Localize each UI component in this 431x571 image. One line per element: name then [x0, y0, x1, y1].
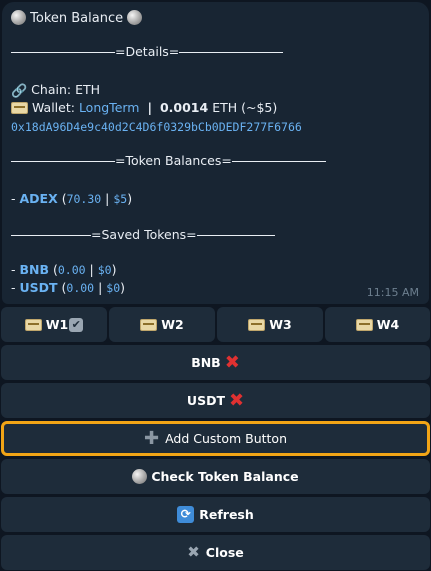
- saved-token-amount: 0.00: [57, 263, 86, 277]
- close-icon: ✖: [187, 543, 200, 561]
- refresh-label: Refresh: [199, 507, 254, 522]
- saved-token-amount: 0.00: [66, 281, 95, 295]
- coin-icon: [11, 10, 26, 25]
- token-symbol-link[interactable]: ADEX: [19, 191, 57, 206]
- token-balances-header-line: =Token Balances=: [11, 153, 326, 169]
- wallet-button-label: W3: [269, 317, 292, 332]
- add-custom-button[interactable]: ✚ Add Custom Button: [1, 421, 430, 456]
- saved-token-item: - USDT (0.00 | $0): [11, 280, 126, 295]
- details-header-line: =Details=: [11, 44, 284, 60]
- wallet-address[interactable]: 0x18dA96D4e9c40d2C4D6f0329bCb0DEDF277F67…: [11, 119, 302, 135]
- add-custom-label: Add Custom Button: [165, 431, 287, 446]
- token-usd: $5: [113, 192, 128, 206]
- divider-line: [196, 235, 275, 236]
- wallet-label: Wallet:: [31, 100, 75, 115]
- cross-mark-icon: ✖: [228, 389, 245, 411]
- link-icon: 🔗: [11, 84, 28, 99]
- wallet-icon: [355, 318, 373, 331]
- saved-token-usd: $0: [106, 281, 121, 295]
- message-title-line: Token Balance: [11, 10, 143, 27]
- remove-bnb-button[interactable]: BNB ✖: [1, 345, 430, 380]
- wallet-button-label: W4: [376, 317, 400, 332]
- refresh-button[interactable]: ⟳ Refresh: [1, 497, 430, 532]
- refresh-icon: ⟳: [177, 506, 195, 523]
- saved-tokens-header: =Saved Tokens=: [91, 227, 197, 242]
- saved-token-usd: $0: [97, 263, 112, 277]
- saved-token-symbol-link[interactable]: BNB: [19, 262, 49, 277]
- wallet-unit: ETH (~$5): [212, 100, 278, 115]
- wallet-button-label: W1: [45, 317, 69, 332]
- plus-icon: ✚: [144, 427, 160, 449]
- wallet-divider: |: [147, 100, 153, 115]
- coin-icon: [127, 10, 143, 25]
- wallet-icon: [140, 318, 158, 331]
- token-balance-item: - ADEX (70.30 | $5): [11, 191, 133, 206]
- chain-line: 🔗 Chain: ETH: [11, 82, 100, 100]
- wallet-icon: [11, 102, 28, 114]
- saved-tokens-header-line: =Saved Tokens=: [11, 227, 275, 243]
- remove-bnb-label: BNB: [191, 355, 221, 370]
- chain-value: ETH: [75, 82, 101, 97]
- wallet-name-link[interactable]: LongTerm: [79, 100, 140, 115]
- token-amount: 70.30: [66, 192, 102, 206]
- wallet-button-label: W2: [161, 317, 184, 332]
- message-title: Token Balance: [30, 11, 124, 26]
- divider-line: [11, 161, 115, 162]
- chain-label: Chain:: [31, 82, 72, 97]
- wallet-icon: [248, 318, 266, 331]
- wallet-button-w1[interactable]: W1 ✔: [1, 307, 107, 342]
- divider-line: [231, 161, 326, 162]
- divider-line: [11, 235, 91, 236]
- wallet-button-w4[interactable]: W4: [325, 307, 430, 342]
- check-token-balance-label: Check Token Balance: [151, 469, 299, 484]
- saved-token-item: - BNB (0.00 | $0): [11, 262, 117, 277]
- wallet-line: Wallet: LongTerm | 0.0014 ETH (~$5): [11, 100, 277, 116]
- remove-usdt-label: USDT: [186, 393, 225, 408]
- message-time: 11:15 AM: [366, 286, 419, 299]
- cross-mark-icon: ✖: [224, 351, 240, 373]
- divider-line: [11, 52, 115, 53]
- wallet-button-w2[interactable]: W2: [109, 307, 215, 342]
- remove-usdt-button[interactable]: USDT ✖: [1, 383, 430, 418]
- divider-line: [179, 52, 284, 53]
- details-header: =Details=: [115, 44, 180, 59]
- wallet-icon: [24, 318, 42, 331]
- token-balances-header: =Token Balances=: [115, 153, 232, 168]
- check-token-balance-button[interactable]: Check Token Balance: [1, 459, 430, 494]
- close-button[interactable]: ✖ Close: [1, 535, 430, 570]
- wallet-button-w3[interactable]: W3: [217, 307, 323, 342]
- close-label: Close: [205, 545, 244, 560]
- saved-token-symbol-link[interactable]: USDT: [19, 280, 57, 295]
- checkmark-icon: ✔: [69, 317, 84, 332]
- wallet-amount: 0.0014: [159, 100, 209, 115]
- coin-icon: [132, 469, 148, 484]
